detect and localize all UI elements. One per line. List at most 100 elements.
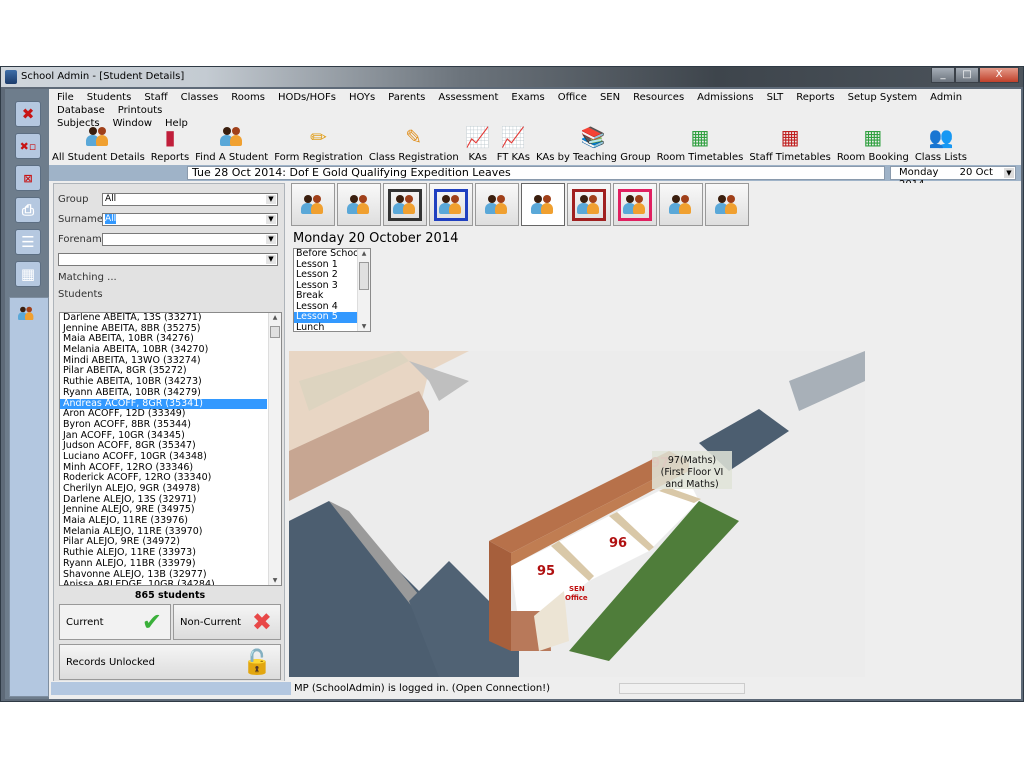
extra-filter-select[interactable]: ▼	[58, 253, 278, 266]
student-phone-icon[interactable]	[337, 183, 381, 226]
list-icon[interactable]: ☰	[15, 229, 41, 255]
period-item[interactable]: Lunch	[294, 322, 359, 331]
menu-slt[interactable]: SLT	[767, 91, 784, 104]
app-icon	[5, 70, 17, 84]
student-list-item[interactable]: Ryann ALEJO, 11BR (33979)	[60, 558, 267, 570]
chevron-down-icon[interactable]: ▼	[266, 235, 276, 244]
student-photo-icon[interactable]	[383, 183, 427, 226]
records-lock-button[interactable]: Records Unlocked 🔓	[59, 644, 281, 680]
scroll-down-icon[interactable]: ▼	[269, 577, 281, 584]
toolbar-label: Room Booking	[836, 152, 909, 163]
toolbar-label: Staff Timetables	[749, 152, 831, 163]
notice-bar: Tue 28 Oct 2014: Dof E Gold Qualifying E…	[49, 165, 1021, 190]
menu-printouts[interactable]: Printouts	[118, 104, 163, 117]
chart-green-icon: 📈	[500, 125, 526, 149]
toolbar-room-booking[interactable]: ▦ Room Booking	[834, 119, 912, 163]
toolbar-label: KAs	[468, 152, 487, 163]
toolbar-room-timetables[interactable]: ▦ Room Timetables	[654, 119, 747, 163]
student-list[interactable]: Darlene ABEITA, 13S (33271) Jennine ABEIT…	[59, 312, 282, 586]
period-item[interactable]: Before School	[294, 249, 362, 260]
toolbar-ft-kas[interactable]: 📈 FT KAs	[494, 119, 533, 163]
toolbar-class-registration[interactable]: ✎ Class Registration	[366, 119, 462, 163]
scroll-down-icon[interactable]: ▼	[358, 323, 370, 330]
menu-assessment[interactable]: Assessment	[438, 91, 498, 104]
menu-office[interactable]: Office	[558, 91, 587, 104]
close-icon[interactable]: ✖	[15, 101, 41, 127]
students-icon[interactable]	[18, 306, 35, 321]
group-value: All	[105, 194, 117, 204]
scroll-up-icon[interactable]: ▲	[358, 250, 370, 257]
title-bar: School Admin - [Student Details] _ □ X	[1, 67, 1023, 87]
student-list-scrollbar[interactable]: ▲ ▼	[268, 313, 281, 585]
student-dice-icon[interactable]	[659, 183, 703, 226]
main-area: File Students Staff Classes Rooms HODs/HOFs HO…	[49, 89, 1021, 699]
date-select[interactable]: Monday 20 Oct 2014 ▼	[890, 166, 1016, 190]
scroll-thumb[interactable]	[270, 326, 280, 338]
close-all-icon[interactable]: ✖▫	[15, 133, 41, 159]
student-pink-frame-icon[interactable]	[613, 183, 657, 226]
menu-sen[interactable]: SEN	[600, 91, 620, 104]
menu-database[interactable]: Database	[57, 104, 105, 117]
chevron-down-icon[interactable]: ▼	[266, 215, 276, 224]
period-item[interactable]: Break	[294, 290, 359, 302]
current-button[interactable]: Current ✔	[59, 604, 171, 640]
student-list-item[interactable]: Ryann ABEITA, 10BR (34279)	[60, 387, 267, 399]
menu-setup-system[interactable]: Setup System	[848, 91, 918, 104]
toolbar-all-student-details[interactable]: All Student Details	[49, 119, 148, 163]
group-select[interactable]: All ▼	[102, 193, 278, 206]
non-current-label: Non-Current	[180, 616, 242, 628]
find-student-icon	[219, 124, 245, 150]
period-list-scrollbar[interactable]: ▲ ▼	[357, 249, 370, 331]
checkmark-icon: ✔	[141, 608, 162, 636]
chevron-down-icon[interactable]: ▼	[266, 255, 276, 264]
menu-classes[interactable]: Classes	[181, 91, 219, 104]
toolbar-reports[interactable]: ▮ Reports	[148, 119, 192, 163]
student-details-icon[interactable]	[291, 183, 335, 226]
toolbar-staff-timetables[interactable]: ▦ Staff Timetables	[746, 119, 833, 163]
period-item[interactable]: Lesson 5	[294, 311, 359, 323]
non-current-button[interactable]: Non-Current ✖	[173, 604, 281, 640]
student-red-frame-icon[interactable]	[567, 183, 611, 226]
3d-building-map[interactable]: 95 96 97 SEN Office 97(Maths) (First Flo…	[289, 351, 865, 677]
tooltip-line-2: (First Floor VI	[661, 467, 724, 478]
toolbar-find-a-student[interactable]: Find A Student	[192, 119, 271, 163]
toolbar-kas-by-teaching-group[interactable]: 📚 KAs by Teaching Group	[533, 119, 654, 163]
menu-hoys[interactable]: HOYs	[349, 91, 375, 104]
menu-file[interactable]: File	[57, 91, 74, 104]
menu-students[interactable]: Students	[87, 91, 132, 104]
printer-icon[interactable]: ⎙	[15, 197, 41, 223]
minimize-button[interactable]: _	[931, 67, 955, 83]
grid-icon[interactable]: ▦	[15, 261, 41, 287]
student-calendar-icon[interactable]	[475, 183, 519, 226]
chevron-down-icon[interactable]: ▼	[1004, 168, 1014, 178]
maximize-button[interactable]: □	[955, 67, 979, 83]
menu-admin[interactable]: Admin	[930, 91, 962, 104]
student-pin-icon[interactable]	[521, 183, 565, 226]
close-button[interactable]: X	[979, 67, 1019, 83]
menu-parents[interactable]: Parents	[388, 91, 425, 104]
menu-resources[interactable]: Resources	[633, 91, 684, 104]
menu-admissions[interactable]: Admissions	[697, 91, 753, 104]
menu-reports[interactable]: Reports	[796, 91, 834, 104]
period-list[interactable]: Before School Lesson 1 Lesson 2 Lesson 3 Bre…	[293, 248, 371, 332]
student-list-item[interactable]: Anissa ARLEDGE, 10GR (34284)	[60, 579, 267, 585]
period-item[interactable]: Lesson 2	[294, 269, 359, 281]
scroll-thumb[interactable]	[359, 262, 369, 290]
surname-select[interactable]: All ▼	[102, 213, 278, 226]
chevron-down-icon[interactable]: ▼	[266, 195, 276, 204]
student-blue-frame-icon[interactable]	[429, 183, 473, 226]
menu-rooms[interactable]: Rooms	[231, 91, 265, 104]
toolbar-class-lists[interactable]: 👥 Class Lists	[912, 119, 970, 163]
menu-hods-hofs[interactable]: HODs/HOFs	[278, 91, 336, 104]
date-day: Monday	[899, 167, 939, 178]
menu-staff[interactable]: Staff	[144, 91, 167, 104]
students-icon	[85, 124, 111, 150]
student-books-icon[interactable]	[705, 183, 749, 226]
toolbar-form-registration[interactable]: ✏ Form Registration	[271, 119, 366, 163]
scroll-up-icon[interactable]: ▲	[269, 314, 281, 321]
toolbar-kas[interactable]: 📈 KAs	[462, 119, 494, 163]
menu-exams[interactable]: Exams	[511, 91, 544, 104]
forename-select[interactable]: ▼	[102, 233, 278, 246]
student-list-item[interactable]: Byron ACOFF, 8BR (35344)	[60, 419, 267, 431]
close-window-icon[interactable]: ⊠	[15, 165, 41, 191]
